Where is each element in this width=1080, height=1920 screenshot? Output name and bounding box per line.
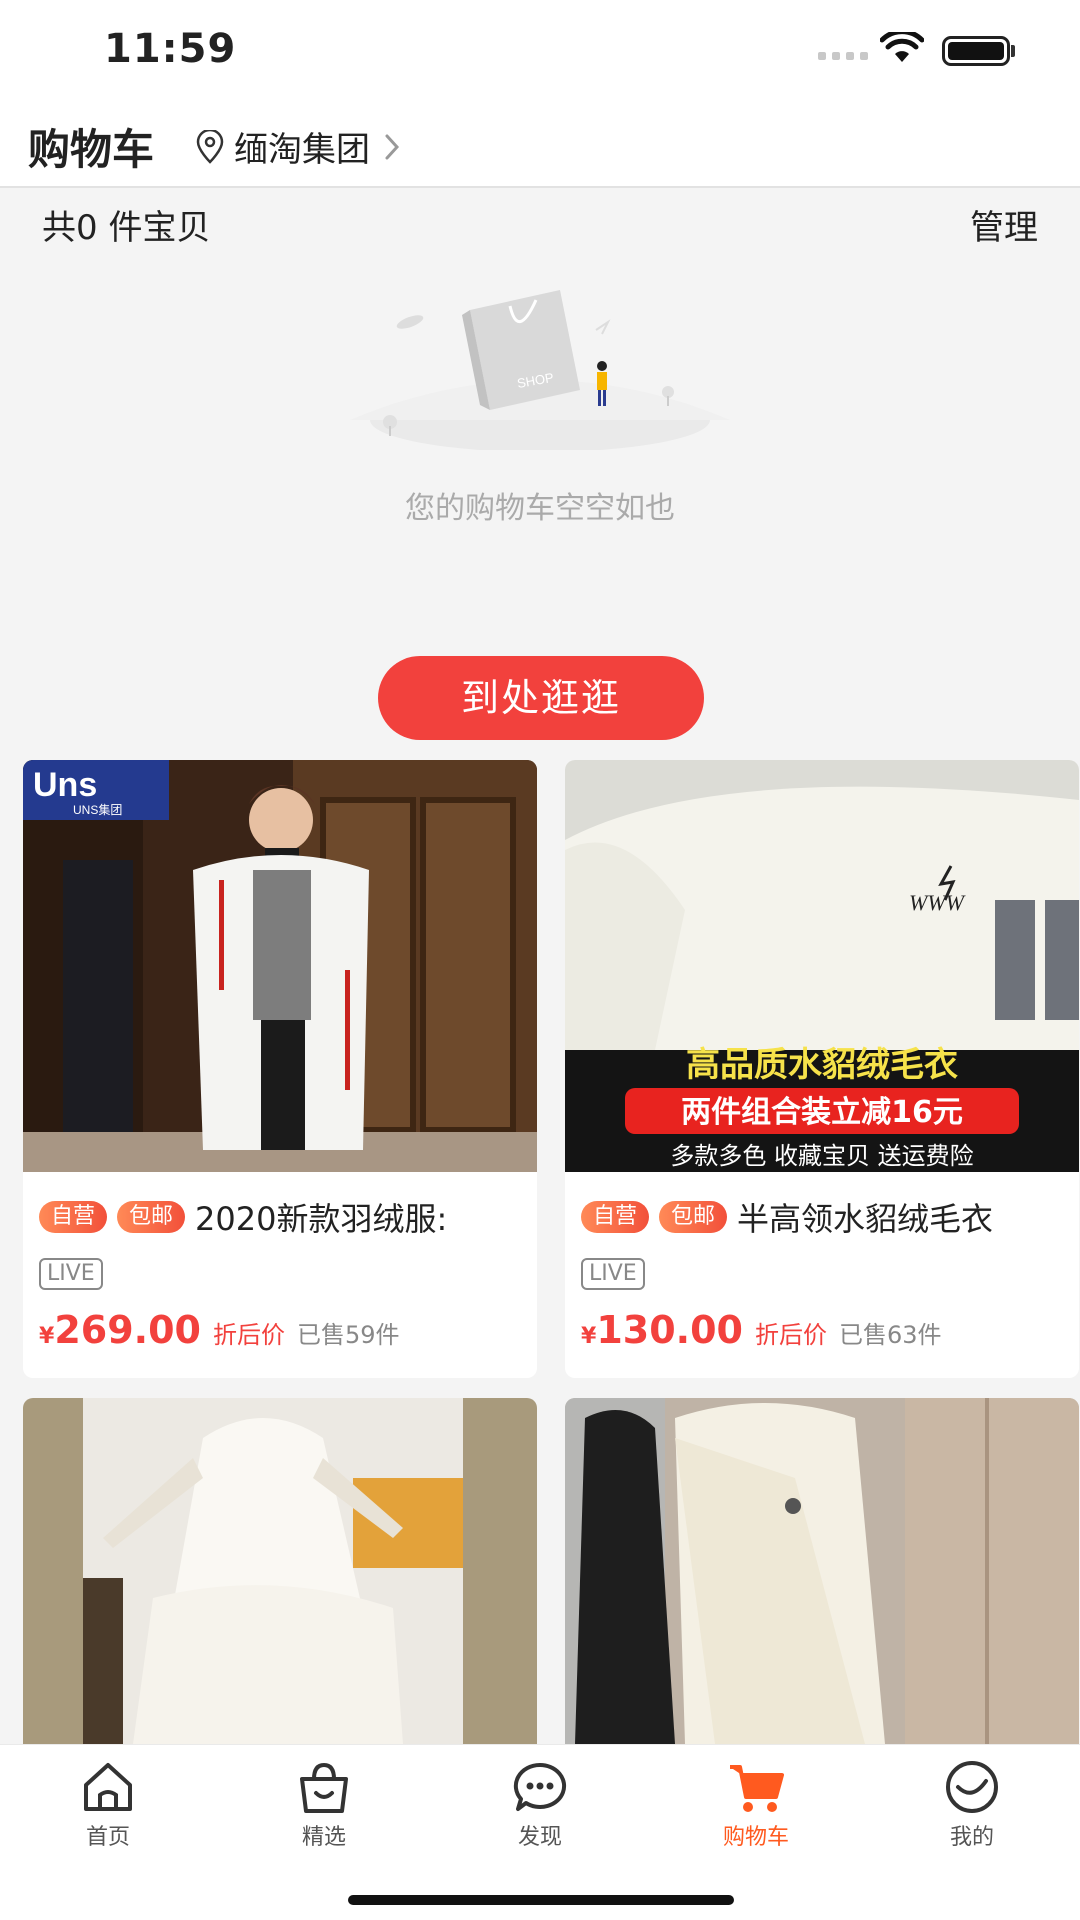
page-title: 购物车 [28,125,155,174]
chat-bubble-icon [513,1762,567,1811]
smile-icon [946,1761,998,1813]
image-brand-text: Uns [33,766,97,804]
free-shipping-tag: 包邮 [117,1201,186,1233]
image-caption-2: 两件组合装立减16元 [681,1095,963,1130]
product-image[interactable] [565,1398,1079,1744]
product-title[interactable]: 2020新款羽绒服: [195,1194,447,1240]
tab-label: 发现 [517,1825,562,1850]
product-image[interactable]: Uns UNS集团 [23,760,537,1172]
battery-icon [942,36,1010,66]
image-caption-3: 多款多色 收藏宝贝 送运费险 [670,1142,973,1170]
product-price: ¥130.00 [581,1308,743,1352]
tab-profile[interactable]: 我的 [902,1759,1042,1851]
product-title[interactable]: 半高领水貂绒毛衣 [737,1194,993,1240]
product-card[interactable]: Uns UNS集团 自营 包邮 2020新款羽绒服: LIVE ¥269.00 … [23,760,537,1378]
home-indicator[interactable] [348,1895,734,1905]
chevron-right-icon [385,134,400,159]
location-pin-icon [196,129,224,164]
cart-item-count: 共0 件宝贝 [42,208,211,248]
home-icon [84,1763,132,1811]
live-badge: LIVE [39,1258,103,1290]
image-logo-text: WWW [909,890,966,915]
tab-label: 精选 [301,1825,346,1850]
tab-label: 购物车 [722,1825,789,1850]
wifi-icon [880,32,924,62]
discount-label: 折后价 [212,1321,285,1349]
browse-button[interactable]: 到处逛逛 [378,656,704,740]
free-shipping-tag: 包邮 [659,1201,728,1233]
tab-home[interactable]: 首页 [38,1759,178,1851]
empty-cart-illustration: SHOP [350,290,730,450]
shopping-bag-icon [300,1762,348,1813]
product-image[interactable] [23,1398,537,1744]
image-caption-1: 高品质水貂绒毛衣 [686,1045,958,1085]
empty-cart-message: 您的购物车空空如也 [405,491,675,526]
product-image[interactable]: WWW 高品质水貂绒毛衣 两件组合装立减16元 多款多色 收藏宝贝 送运费险 [565,760,1079,1172]
status-bar: 11:59 [0,0,1080,100]
live-badge: LIVE [581,1258,645,1290]
product-card[interactable] [23,1398,537,1744]
sold-count: 已售59件 [296,1321,400,1349]
self-operated-tag: 自营 [39,1201,108,1233]
location-name: 缅淘集团 [234,130,370,170]
cart-icon [730,1765,784,1812]
sold-count: 已售63件 [838,1321,942,1349]
tab-discover[interactable]: 发现 [470,1759,610,1851]
image-brand-sub: UNS集团 [73,802,122,817]
tab-featured[interactable]: 精选 [254,1759,394,1851]
signal-icon [818,52,868,60]
tab-label: 我的 [949,1825,994,1850]
product-card[interactable] [565,1398,1079,1744]
tab-label: 首页 [85,1825,130,1850]
tab-cart[interactable]: 购物车 [686,1759,826,1851]
product-card[interactable]: WWW 高品质水貂绒毛衣 两件组合装立减16元 多款多色 收藏宝贝 送运费险 自… [565,760,1079,1378]
discount-label: 折后价 [754,1321,827,1349]
bottom-tab-bar: 首页 精选 发现 购物车 我的 [0,1744,1080,1920]
location-selector[interactable]: 缅淘集团 [194,122,402,171]
status-time: 11:59 [104,26,237,72]
manage-button[interactable]: 管理 [970,200,1038,249]
product-price: ¥269.00 [39,1308,201,1352]
page-header: 购物车 缅淘集团 [0,100,1080,188]
self-operated-tag: 自营 [581,1201,650,1233]
